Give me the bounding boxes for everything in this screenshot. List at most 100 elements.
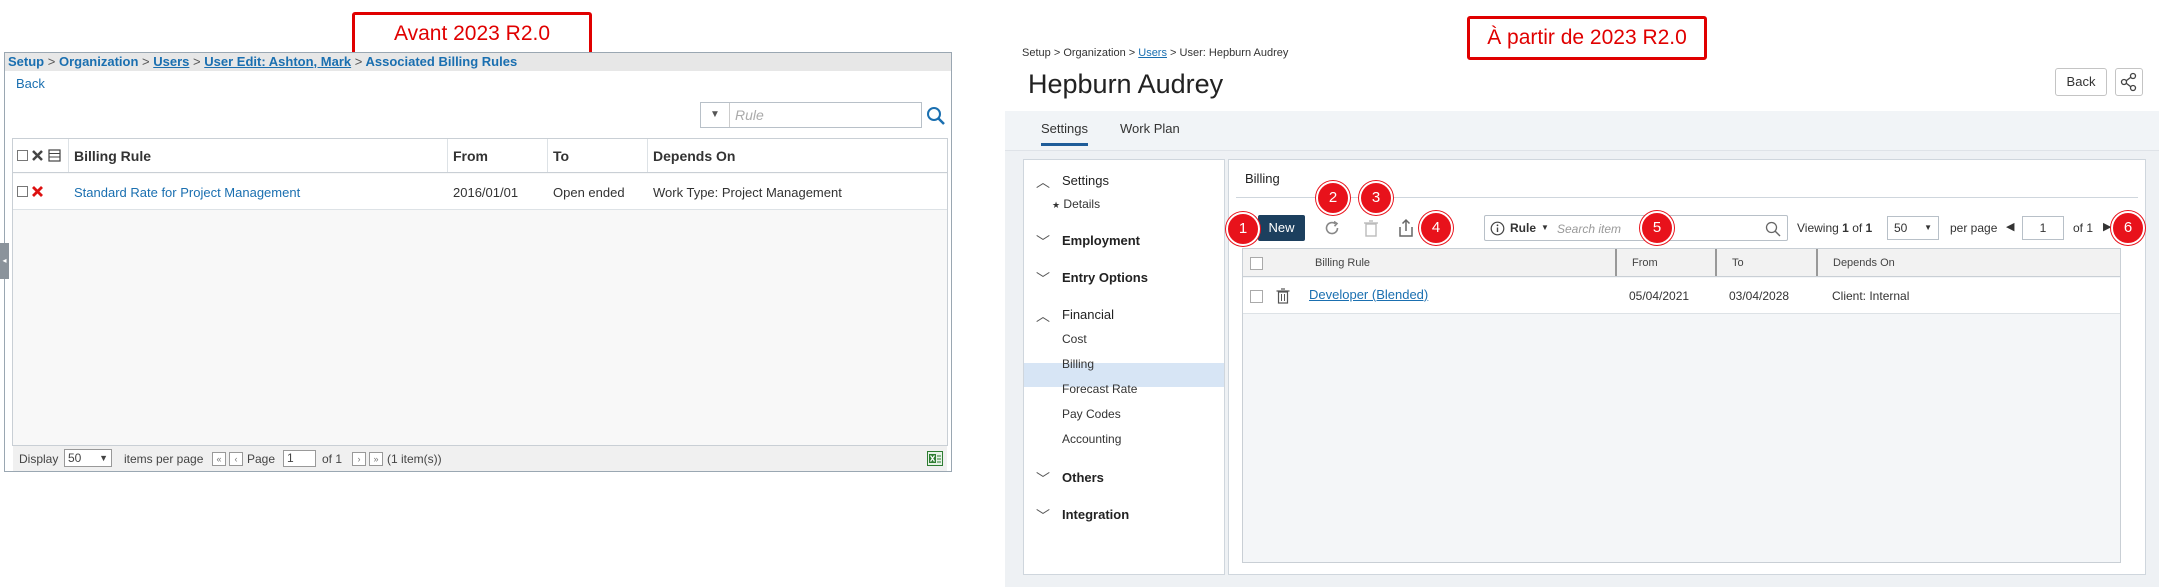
- old-col-to[interactable]: To: [553, 148, 569, 164]
- share-icon: [2120, 72, 2137, 92]
- collapse-handle-icon[interactable]: ◂: [0, 243, 9, 279]
- per-page-label: per page: [1950, 221, 1998, 235]
- new-bc-setup[interactable]: Setup: [1022, 47, 1051, 59]
- nav-billing[interactable]: Billing: [1062, 357, 1094, 371]
- row-from: 05/04/2021: [1629, 289, 1690, 303]
- row-checkbox[interactable]: [17, 186, 28, 197]
- col-billing-rule[interactable]: Billing Rule: [1315, 257, 1370, 269]
- old-pager: Display 50 ▼ items per page « ‹ Page 1 o…: [13, 445, 947, 471]
- tab-work-plan[interactable]: Work Plan: [1120, 121, 1180, 136]
- col-from[interactable]: From: [1632, 257, 1658, 269]
- old-select-all-checkbox[interactable]: [17, 150, 28, 161]
- nav-cost[interactable]: Cost: [1062, 332, 1087, 346]
- bullet-icon: ★: [1052, 200, 1061, 210]
- old-col-billing-rule[interactable]: Billing Rule: [74, 148, 151, 164]
- old-col-depends-on[interactable]: Depends On: [653, 148, 735, 164]
- nav-forecast-rate[interactable]: Forecast Rate: [1062, 382, 1137, 396]
- chevron-up-icon: ︿: [1036, 308, 1050, 324]
- export-excel-icon[interactable]: [927, 451, 943, 466]
- old-col-from[interactable]: From: [453, 148, 488, 164]
- nav-others[interactable]: ﹀ Others: [1036, 470, 1104, 487]
- delete-icon[interactable]: [1275, 287, 1291, 305]
- table-row: Standard Rate for Project Management 201…: [13, 174, 947, 210]
- delete-icon[interactable]: [31, 185, 44, 198]
- nav-integration[interactable]: ﹀ Integration: [1036, 507, 1129, 524]
- old-row-to: Open ended: [553, 185, 625, 200]
- per-page-select[interactable]: 50 ▼: [1887, 216, 1939, 240]
- export-icon[interactable]: [1396, 217, 1416, 239]
- search-field-selector[interactable]: Rule: [1510, 221, 1536, 235]
- callout-marker-6: 6: [2111, 211, 2145, 245]
- old-page-input[interactable]: 1: [283, 450, 316, 467]
- search-icon[interactable]: [1765, 221, 1781, 237]
- search-input[interactable]: Rule ▼ Search item: [1484, 215, 1788, 241]
- old-bc-user-edit[interactable]: User Edit: Ashton, Mark: [204, 54, 351, 69]
- search-icon[interactable]: [925, 105, 947, 127]
- delete-icon[interactable]: [1362, 218, 1380, 238]
- share-button[interactable]: [2115, 68, 2143, 96]
- chevron-down-icon: ﹀: [1036, 471, 1050, 487]
- first-page-icon[interactable]: «: [212, 452, 226, 466]
- row-billing-rule-link[interactable]: Developer (Blended): [1309, 287, 1428, 302]
- old-table-header: Billing Rule From To Depends On: [13, 139, 947, 173]
- tab-bar: Settings Work Plan: [1005, 111, 2159, 151]
- page-title: Hepburn Audrey: [1028, 69, 1224, 99]
- label-after: À partir de 2023 R2.0: [1467, 16, 1707, 60]
- grid-header: Billing Rule From To Depends On: [1243, 249, 2120, 277]
- chevron-down-icon: ﹀: [1036, 271, 1050, 287]
- page-of-label: of 1: [2073, 221, 2094, 235]
- callout-marker-4: 4: [1419, 211, 1453, 245]
- chevron-down-icon[interactable]: ▼: [1541, 223, 1549, 232]
- nav-employment[interactable]: ﹀ Employment: [1036, 233, 1140, 250]
- nav-accounting[interactable]: Accounting: [1062, 432, 1121, 446]
- old-bc-users[interactable]: Users: [153, 54, 189, 69]
- last-page-icon[interactable]: »: [369, 452, 383, 466]
- old-per-page-select[interactable]: 50 ▼: [64, 449, 112, 467]
- chevron-down-icon: ▼: [99, 453, 108, 463]
- row-checkbox[interactable]: [1250, 290, 1263, 303]
- select-all-checkbox[interactable]: [1250, 257, 1263, 270]
- chevron-down-icon: ﹀: [1036, 234, 1050, 250]
- chevron-up-icon: ︿: [1036, 174, 1050, 190]
- old-breadcrumb: Setup > Organization > Users > User Edit…: [5, 53, 951, 71]
- nav-pay-codes[interactable]: Pay Codes: [1062, 407, 1121, 421]
- nav-details[interactable]: ★ Details: [1052, 197, 1100, 211]
- old-search-field[interactable]: ▼ Rule: [700, 102, 922, 128]
- label-before: Avant 2023 R2.0: [352, 12, 592, 56]
- delete-all-icon[interactable]: [31, 149, 44, 162]
- old-bc-organization[interactable]: Organization: [59, 54, 138, 69]
- tab-settings[interactable]: Settings: [1041, 121, 1088, 146]
- old-bc-setup[interactable]: Setup: [8, 54, 44, 69]
- back-button[interactable]: Back: [2055, 68, 2107, 96]
- old-back-link[interactable]: Back: [16, 76, 45, 91]
- search-placeholder: Search item: [1557, 222, 1622, 236]
- nav-settings[interactable]: ︿ Settings: [1036, 173, 1109, 190]
- callout-marker-2: 2: [1316, 181, 1350, 215]
- section-title: Billing: [1245, 171, 1280, 186]
- refresh-icon[interactable]: [1322, 218, 1342, 238]
- new-breadcrumb: Setup > Organization > Users > User: Hep…: [1022, 47, 1289, 59]
- old-row-billing-rule-link[interactable]: Standard Rate for Project Management: [74, 185, 300, 200]
- old-row-from: 2016/01/01: [453, 185, 519, 200]
- nav-financial[interactable]: ︿ Financial: [1036, 307, 1114, 324]
- columns-icon[interactable]: [48, 149, 61, 162]
- new-bc-users[interactable]: Users: [1138, 47, 1167, 59]
- info-icon[interactable]: [1490, 221, 1505, 236]
- row-to: 03/04/2028: [1729, 289, 1790, 303]
- viewing-summary: Viewing 1 of 1: [1797, 221, 1873, 235]
- prev-page-icon[interactable]: ◀: [2006, 220, 2014, 233]
- prev-page-icon[interactable]: ‹: [229, 452, 243, 466]
- new-bc-organization[interactable]: Organization: [1063, 47, 1125, 59]
- new-button[interactable]: New: [1258, 215, 1305, 241]
- col-to[interactable]: To: [1732, 257, 1744, 269]
- callout-marker-1: 1: [1226, 212, 1260, 246]
- table-row: Developer (Blended) 05/04/2021 03/04/202…: [1243, 278, 2120, 314]
- col-depends-on[interactable]: Depends On: [1833, 257, 1895, 269]
- chevron-down-icon: ▼: [1924, 223, 1932, 232]
- nav-entry-options[interactable]: ﹀ Entry Options: [1036, 270, 1148, 287]
- page-input[interactable]: 1: [2022, 216, 2064, 240]
- callout-marker-3: 3: [1359, 181, 1393, 215]
- old-search-dropdown[interactable]: ▼: [701, 103, 730, 127]
- next-page-icon[interactable]: ›: [352, 452, 366, 466]
- callout-marker-5: 5: [1640, 211, 1674, 245]
